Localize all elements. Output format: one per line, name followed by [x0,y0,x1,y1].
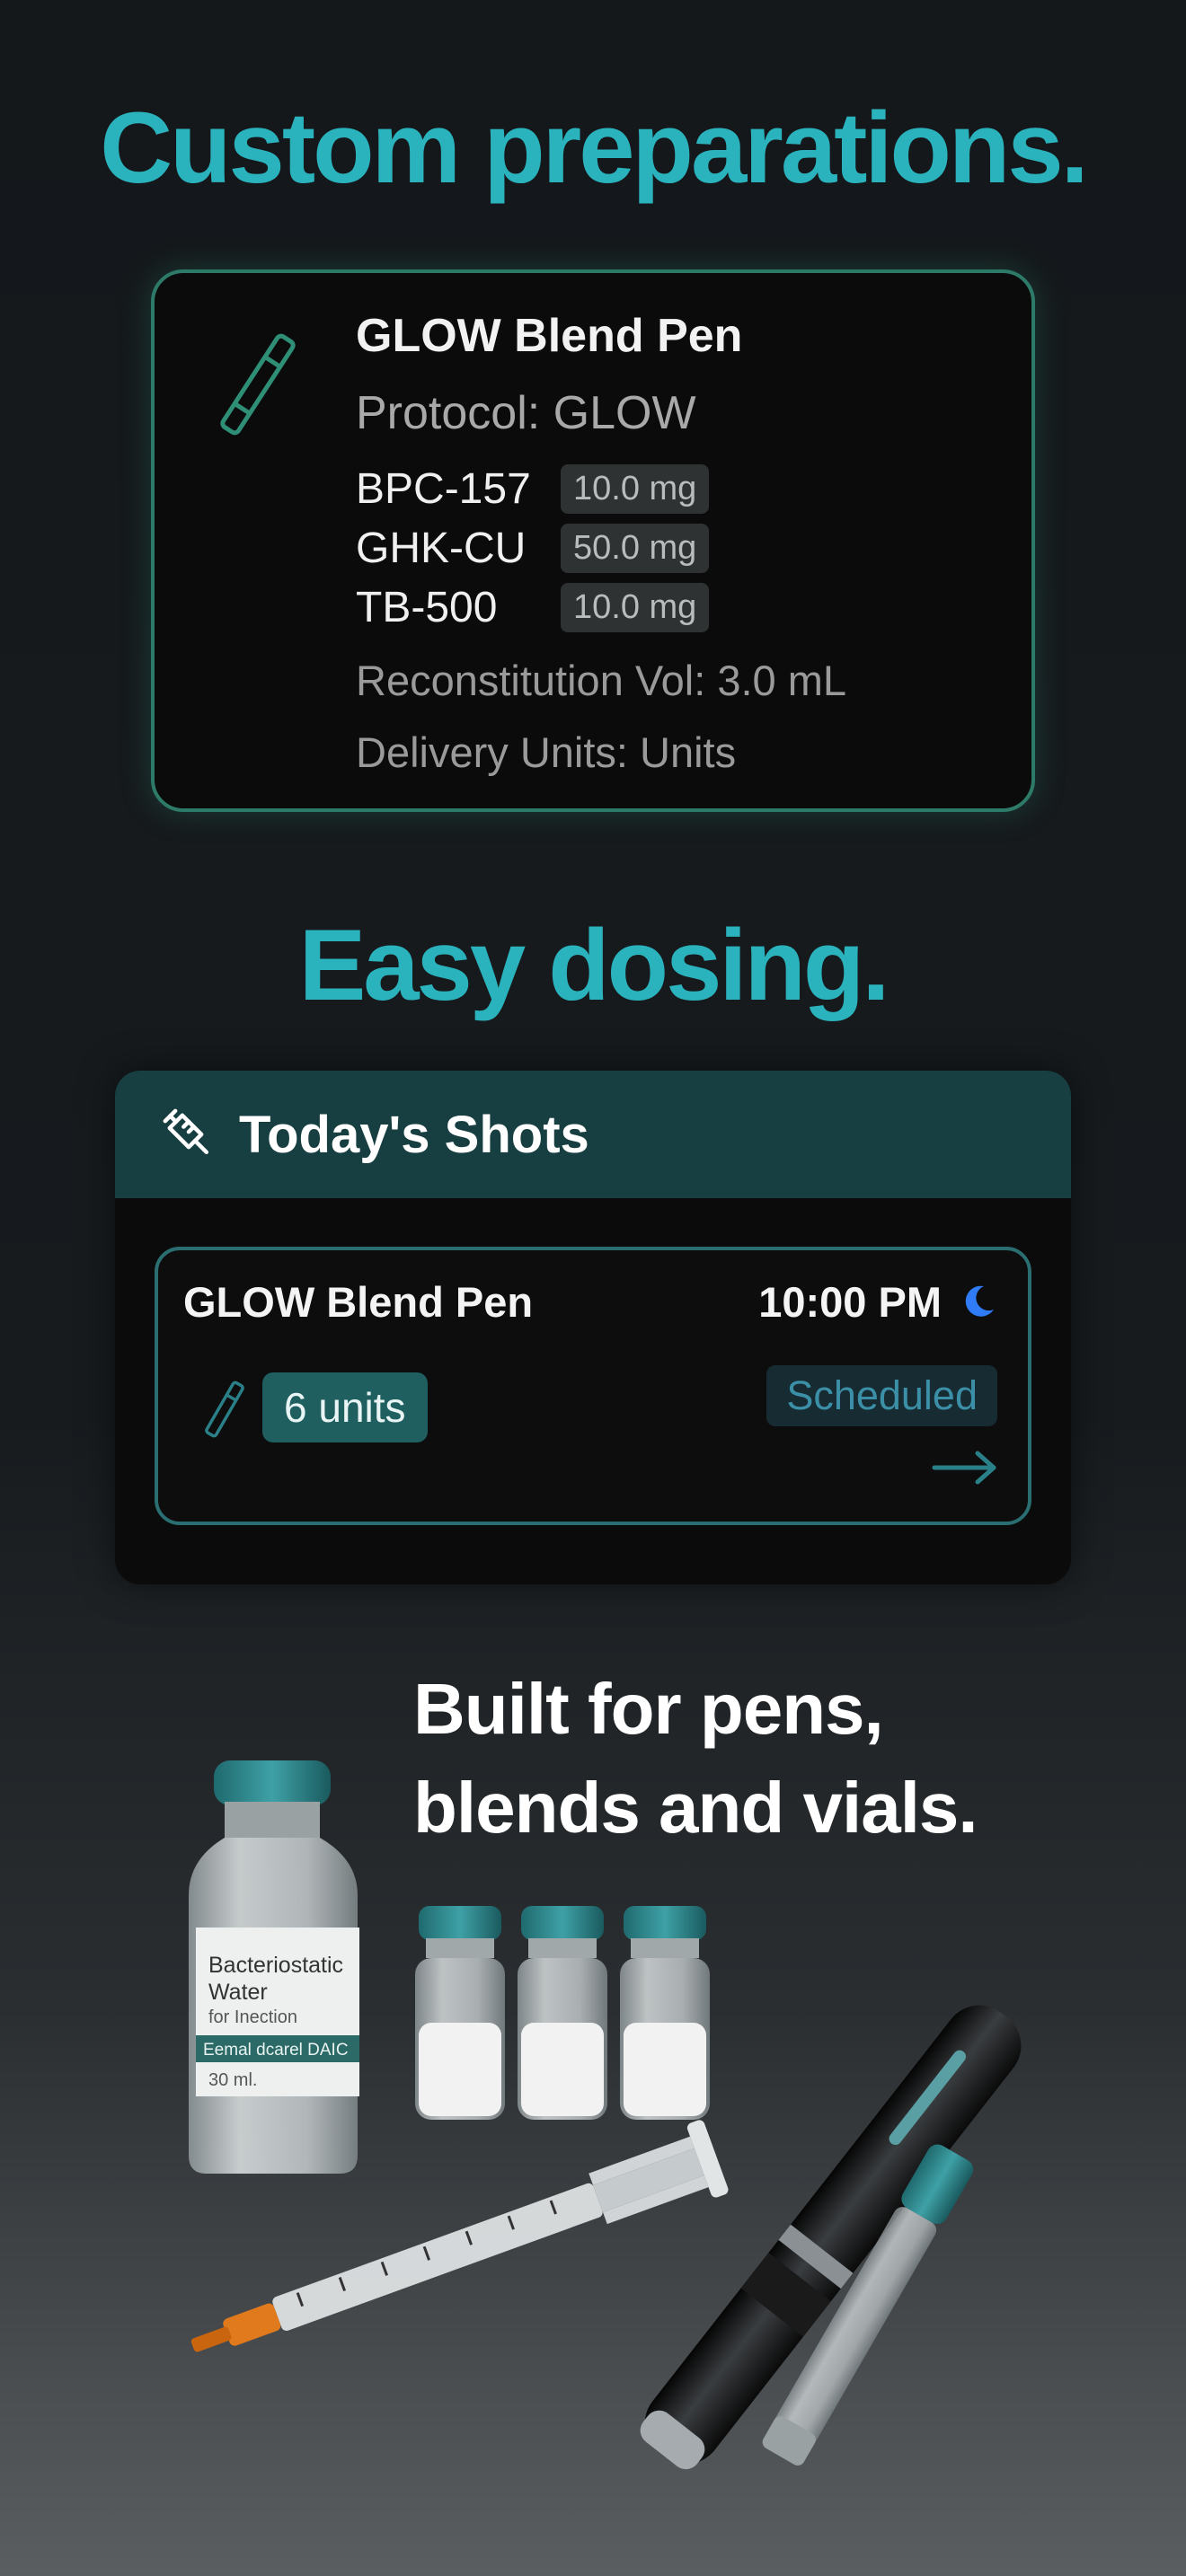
pen-icon [220,333,296,436]
small-vial [620,1906,710,2120]
ingredient-amount-badge: 10.0 mg [561,582,710,632]
status-badge: Scheduled [766,1365,997,1426]
ingredient-name: GHK-CU [356,524,527,572]
shot-card[interactable]: GLOW Blend Pen 10:00 PM 6 units Schedule… [155,1247,1031,1525]
todays-shots-title: Today's Shots [239,1105,589,1164]
todays-shots-panel: Today's Shots GLOW Blend Pen 10:00 PM 6 … [115,1071,1071,1584]
ingredient-amount-badge: 50.0 mg [561,523,710,573]
shot-name: GLOW Blend Pen [183,1278,534,1326]
vial-label-line1: Bacteriostatic [208,1953,343,1978]
headline-easy-dosing: Easy dosing. [298,909,890,1021]
moon-icon [965,1285,994,1317]
delivery-units: Delivery Units: Units [356,728,737,776]
water-vial: Bacteriostatic Water for Inection Eemal … [189,1760,359,2174]
ingredient-row: BPC-157 10.0 mg [356,462,710,516]
vial-label-line3: for Inection [208,2007,297,2027]
ingredient-row: GHK-CU 50.0 mg [356,521,710,575]
preparation-protocol: Protocol: GLOW [356,387,696,439]
vial-label-volume: 30 ml. [208,2070,257,2090]
small-vial [415,1906,505,2120]
ingredient-row: TB-500 10.0 mg [356,580,710,634]
dose-units-badge: 6 units [262,1372,428,1442]
reconstitution-volume: Reconstitution Vol: 3.0 mL [356,657,847,704]
vial-label-band: Eemal dcarel DAIC [203,2041,349,2060]
small-vial [518,1906,607,2120]
syringe-icon [163,1108,209,1155]
ingredient-amount-badge: 10.0 mg [561,463,710,514]
preparation-title: GLOW Blend Pen [356,310,743,362]
pen-icon [205,1381,244,1438]
ingredient-name: BPC-157 [356,464,531,513]
vial-label-line2: Water [208,1980,268,2005]
headline-custom-preparations: Custom preparations. [100,92,1089,204]
ingredient-name: TB-500 [356,583,498,631]
preparation-card[interactable]: GLOW Blend Pen Protocol: GLOW BPC-157 10… [151,269,1035,812]
todays-shots-header: Today's Shots [115,1071,1071,1198]
arrow-right-icon[interactable] [931,1450,999,1486]
shot-time: 10:00 PM [758,1278,942,1326]
product-illustration: Bacteriostatic Water for Inection Eemal … [189,1760,1022,2470]
